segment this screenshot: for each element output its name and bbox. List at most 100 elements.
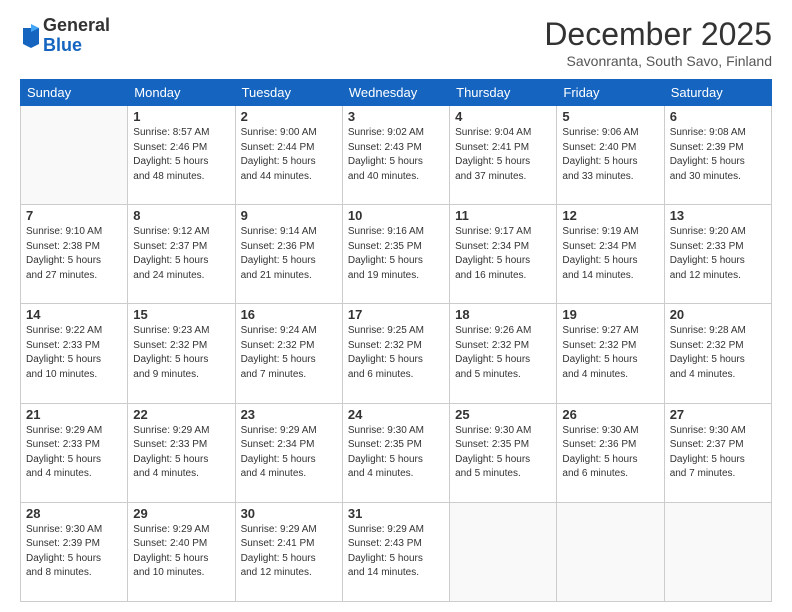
day-info: Sunrise: 9:08 AMSunset: 2:39 PMDaylight:… bbox=[670, 126, 766, 184]
day-number: 9 bbox=[241, 208, 337, 223]
calendar-cell: 8 Sunrise: 9:12 AMSunset: 2:37 PMDaylight… bbox=[128, 205, 235, 304]
day-number: 2 bbox=[241, 109, 337, 124]
day-number: 14 bbox=[26, 307, 122, 322]
calendar-cell: 13 Sunrise: 9:20 AMSunset: 2:33 PMDayligh… bbox=[664, 205, 771, 304]
day-number: 22 bbox=[133, 407, 229, 422]
day-info: Sunrise: 9:30 AMSunset: 2:36 PMDaylight:… bbox=[562, 424, 658, 482]
calendar-cell: 9 Sunrise: 9:14 AMSunset: 2:36 PMDaylight… bbox=[235, 205, 342, 304]
calendar-cell: 24Sunrise: 9:30 AMSunset: 2:35 PMDayligh… bbox=[342, 403, 449, 502]
day-info: Sunrise: 9:30 AMSunset: 2:39 PMDaylight:… bbox=[26, 523, 122, 581]
calendar-cell: 12Sunrise: 9:19 AMSunset: 2:34 PMDayligh… bbox=[557, 205, 664, 304]
calendar-cell: 28 Sunrise: 9:30 AMSunset: 2:39 PMDayligh… bbox=[21, 502, 128, 601]
day-info: Sunrise: 9:20 AMSunset: 2:33 PMDaylight:… bbox=[670, 225, 766, 283]
calendar-cell: 10Sunrise: 9:16 AMSunset: 2:35 PMDayligh… bbox=[342, 205, 449, 304]
day-info: Sunrise: 9:30 AMSunset: 2:35 PMDaylight:… bbox=[348, 424, 444, 482]
weekday-header: Friday bbox=[557, 80, 664, 106]
day-number: 28 bbox=[26, 506, 122, 521]
calendar-cell: 3 Sunrise: 9:02 AMSunset: 2:43 PMDaylight… bbox=[342, 106, 449, 205]
day-info: Sunrise: 9:10 AMSunset: 2:38 PMDaylight:… bbox=[26, 225, 122, 283]
day-number: 21 bbox=[26, 407, 122, 422]
calendar-week-row: 7 Sunrise: 9:10 AMSunset: 2:38 PMDaylight… bbox=[21, 205, 772, 304]
day-number: 6 bbox=[670, 109, 766, 124]
weekday-header: Saturday bbox=[664, 80, 771, 106]
page: General Blue December 2025 Savonranta, S… bbox=[0, 0, 792, 612]
day-number: 30 bbox=[241, 506, 337, 521]
day-number: 15 bbox=[133, 307, 229, 322]
calendar-cell bbox=[557, 502, 664, 601]
day-info: Sunrise: 9:29 AMSunset: 2:43 PMDaylight:… bbox=[348, 523, 444, 581]
logo: General Blue bbox=[20, 16, 110, 56]
day-info: Sunrise: 9:22 AMSunset: 2:33 PMDaylight:… bbox=[26, 324, 122, 382]
calendar-week-row: 21 Sunrise: 9:29 AMSunset: 2:33 PMDayligh… bbox=[21, 403, 772, 502]
calendar-week-row: 1Sunrise: 8:57 AMSunset: 2:46 PMDaylight… bbox=[21, 106, 772, 205]
calendar-cell: 11 Sunrise: 9:17 AMSunset: 2:34 PMDayligh… bbox=[450, 205, 557, 304]
day-info: Sunrise: 9:29 AMSunset: 2:33 PMDaylight:… bbox=[133, 424, 229, 482]
day-info: Sunrise: 9:30 AMSunset: 2:35 PMDaylight:… bbox=[455, 424, 551, 482]
calendar-cell: 17Sunrise: 9:25 AMSunset: 2:32 PMDayligh… bbox=[342, 304, 449, 403]
day-number: 18 bbox=[455, 307, 551, 322]
day-number: 5 bbox=[562, 109, 658, 124]
day-info: Sunrise: 9:04 AMSunset: 2:41 PMDaylight:… bbox=[455, 126, 551, 184]
day-number: 10 bbox=[348, 208, 444, 223]
day-number: 4 bbox=[455, 109, 551, 124]
calendar-cell: 6 Sunrise: 9:08 AMSunset: 2:39 PMDaylight… bbox=[664, 106, 771, 205]
calendar-cell: 7 Sunrise: 9:10 AMSunset: 2:38 PMDaylight… bbox=[21, 205, 128, 304]
day-number: 3 bbox=[348, 109, 444, 124]
day-info: Sunrise: 9:17 AMSunset: 2:34 PMDaylight:… bbox=[455, 225, 551, 283]
month-title: December 2025 bbox=[544, 16, 772, 53]
day-number: 29 bbox=[133, 506, 229, 521]
day-number: 26 bbox=[562, 407, 658, 422]
day-number: 11 bbox=[455, 208, 551, 223]
day-number: 23 bbox=[241, 407, 337, 422]
day-info: Sunrise: 9:23 AMSunset: 2:32 PMDaylight:… bbox=[133, 324, 229, 382]
calendar-cell: 14 Sunrise: 9:22 AMSunset: 2:33 PMDayligh… bbox=[21, 304, 128, 403]
calendar-cell: 25 Sunrise: 9:30 AMSunset: 2:35 PMDayligh… bbox=[450, 403, 557, 502]
calendar: SundayMondayTuesdayWednesdayThursdayFrid… bbox=[20, 79, 772, 602]
calendar-cell: 22 Sunrise: 9:29 AMSunset: 2:33 PMDayligh… bbox=[128, 403, 235, 502]
day-info: Sunrise: 9:25 AMSunset: 2:32 PMDaylight:… bbox=[348, 324, 444, 382]
weekday-header: Tuesday bbox=[235, 80, 342, 106]
calendar-cell: 19Sunrise: 9:27 AMSunset: 2:32 PMDayligh… bbox=[557, 304, 664, 403]
day-info: Sunrise: 9:29 AMSunset: 2:41 PMDaylight:… bbox=[241, 523, 337, 581]
day-number: 13 bbox=[670, 208, 766, 223]
calendar-week-row: 28 Sunrise: 9:30 AMSunset: 2:39 PMDayligh… bbox=[21, 502, 772, 601]
day-number: 19 bbox=[562, 307, 658, 322]
calendar-cell: 5 Sunrise: 9:06 AMSunset: 2:40 PMDaylight… bbox=[557, 106, 664, 205]
calendar-cell: 23 Sunrise: 9:29 AMSunset: 2:34 PMDayligh… bbox=[235, 403, 342, 502]
calendar-cell: 21 Sunrise: 9:29 AMSunset: 2:33 PMDayligh… bbox=[21, 403, 128, 502]
calendar-cell: 26 Sunrise: 9:30 AMSunset: 2:36 PMDayligh… bbox=[557, 403, 664, 502]
day-info: Sunrise: 9:29 AMSunset: 2:34 PMDaylight:… bbox=[241, 424, 337, 482]
weekday-header-row: SundayMondayTuesdayWednesdayThursdayFrid… bbox=[21, 80, 772, 106]
day-info: Sunrise: 9:29 AMSunset: 2:33 PMDaylight:… bbox=[26, 424, 122, 482]
day-info: Sunrise: 9:14 AMSunset: 2:36 PMDaylight:… bbox=[241, 225, 337, 283]
day-number: 8 bbox=[133, 208, 229, 223]
day-number: 31 bbox=[348, 506, 444, 521]
calendar-cell bbox=[450, 502, 557, 601]
header: General Blue December 2025 Savonranta, S… bbox=[20, 16, 772, 69]
calendar-cell: 2 Sunrise: 9:00 AMSunset: 2:44 PMDaylight… bbox=[235, 106, 342, 205]
calendar-cell: 31 Sunrise: 9:29 AMSunset: 2:43 PMDayligh… bbox=[342, 502, 449, 601]
day-info: Sunrise: 9:24 AMSunset: 2:32 PMDaylight:… bbox=[241, 324, 337, 382]
day-number: 7 bbox=[26, 208, 122, 223]
weekday-header: Wednesday bbox=[342, 80, 449, 106]
day-info: Sunrise: 9:00 AMSunset: 2:44 PMDaylight:… bbox=[241, 126, 337, 184]
day-info: Sunrise: 9:28 AMSunset: 2:32 PMDaylight:… bbox=[670, 324, 766, 382]
calendar-cell: 20Sunrise: 9:28 AMSunset: 2:32 PMDayligh… bbox=[664, 304, 771, 403]
day-info: Sunrise: 9:26 AMSunset: 2:32 PMDaylight:… bbox=[455, 324, 551, 382]
calendar-cell: 27Sunrise: 9:30 AMSunset: 2:37 PMDayligh… bbox=[664, 403, 771, 502]
calendar-cell: 30 Sunrise: 9:29 AMSunset: 2:41 PMDayligh… bbox=[235, 502, 342, 601]
weekday-header: Thursday bbox=[450, 80, 557, 106]
calendar-cell bbox=[664, 502, 771, 601]
logo-text: General Blue bbox=[43, 16, 110, 56]
day-info: Sunrise: 8:57 AMSunset: 2:46 PMDaylight:… bbox=[133, 126, 229, 184]
logo-icon bbox=[21, 24, 41, 48]
day-number: 25 bbox=[455, 407, 551, 422]
calendar-cell: 29 Sunrise: 9:29 AMSunset: 2:40 PMDayligh… bbox=[128, 502, 235, 601]
calendar-cell: 4 Sunrise: 9:04 AMSunset: 2:41 PMDaylight… bbox=[450, 106, 557, 205]
day-info: Sunrise: 9:02 AMSunset: 2:43 PMDaylight:… bbox=[348, 126, 444, 184]
day-info: Sunrise: 9:06 AMSunset: 2:40 PMDaylight:… bbox=[562, 126, 658, 184]
day-number: 27 bbox=[670, 407, 766, 422]
calendar-cell: 16Sunrise: 9:24 AMSunset: 2:32 PMDayligh… bbox=[235, 304, 342, 403]
day-info: Sunrise: 9:12 AMSunset: 2:37 PMDaylight:… bbox=[133, 225, 229, 283]
day-info: Sunrise: 9:29 AMSunset: 2:40 PMDaylight:… bbox=[133, 523, 229, 581]
